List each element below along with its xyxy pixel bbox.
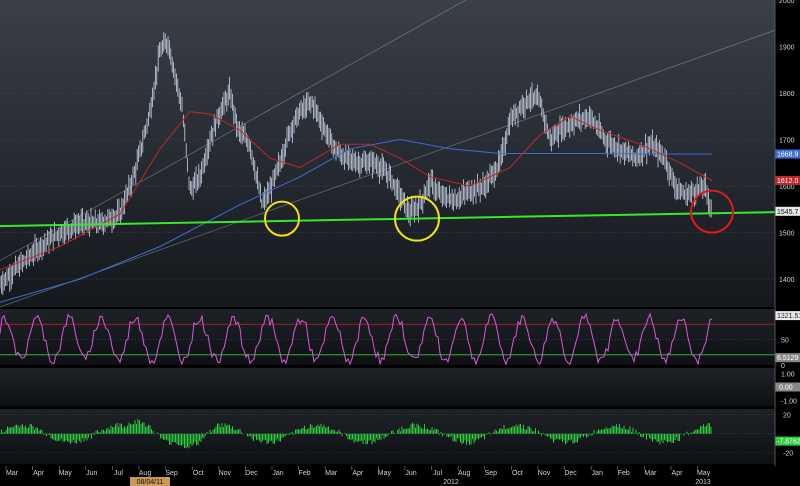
oscillator-axis: 100 50 06.5129 bbox=[775, 312, 800, 370]
month-label: Oct bbox=[512, 470, 523, 477]
histogram-panel: 20 -20 -7.8762 bbox=[0, 409, 800, 464]
oscillator-tick-label: 50 bbox=[781, 338, 789, 345]
month-label: Feb bbox=[299, 470, 311, 477]
month-label: Dec bbox=[564, 470, 577, 477]
value-tag-label: 1612.0 bbox=[777, 178, 799, 185]
oscillator-value-tag-label: 6.5129 bbox=[777, 355, 799, 362]
price-tick-label: 2000 bbox=[779, 0, 795, 5]
month-label: Feb bbox=[618, 470, 630, 477]
time-axis: Mar Apr May Jun Jul Aug Sep Oct Nov Dec Jan Feb Mar A… bbox=[0, 466, 800, 486]
month-label: Apr bbox=[672, 470, 684, 477]
histogram-tick-label: 20 bbox=[783, 413, 791, 420]
value-tag-label: 1668.9 bbox=[777, 152, 799, 159]
month-label: Aug bbox=[458, 470, 471, 477]
year-label: 2013 bbox=[695, 479, 711, 486]
month-label: Apr bbox=[33, 470, 45, 477]
year-label: 2012 bbox=[443, 479, 459, 486]
month-label: Jul bbox=[433, 470, 442, 477]
price-panel-bg bbox=[0, 0, 775, 307]
month-label: Apr bbox=[352, 470, 364, 477]
month-label: Jan bbox=[272, 470, 283, 477]
month-label: Nov bbox=[219, 470, 232, 477]
price-tick-label: 1700 bbox=[779, 138, 795, 145]
month-label: May bbox=[378, 470, 392, 477]
price-tick-label: 1900 bbox=[779, 45, 795, 52]
month-label: Jul bbox=[114, 470, 123, 477]
month-label: Mar bbox=[325, 470, 338, 477]
indicator2-tick-label: 1.00 bbox=[781, 371, 795, 378]
month-label: Dec bbox=[245, 470, 258, 477]
price-tick-label: 1500 bbox=[779, 231, 795, 238]
price-tick-label: 1400 bbox=[779, 277, 795, 284]
price-tick-label: 1600 bbox=[779, 184, 795, 191]
value-tag-label: 1545.7 bbox=[777, 209, 799, 216]
indicator2-tick-label: -1.00 bbox=[781, 399, 797, 406]
indicator2-axis: 1.00 -1.00 0.00 bbox=[775, 371, 800, 406]
date-marker-label: 08/04/11 bbox=[137, 479, 164, 486]
month-label: Nov bbox=[538, 470, 551, 477]
month-label: Mar bbox=[6, 470, 19, 477]
price-value-tag: 1668.9 bbox=[775, 149, 800, 159]
month-label: May bbox=[59, 470, 73, 477]
month-label: May bbox=[697, 470, 711, 477]
oscillator-tick-label: 100 bbox=[781, 312, 793, 319]
histogram-tick-label: -20 bbox=[783, 451, 793, 458]
month-label: Oct bbox=[193, 470, 204, 477]
price-value-tag: 1612.0 bbox=[775, 175, 800, 185]
month-label: Mar bbox=[644, 470, 657, 477]
month-label: Aug bbox=[139, 470, 152, 477]
month-label: Jan bbox=[592, 470, 603, 477]
month-label: Sep bbox=[165, 470, 178, 477]
oscillator-tick-label: 0 bbox=[781, 363, 785, 370]
oscillator-panel: 100 50 06.5129 bbox=[0, 309, 800, 370]
histogram-axis: 20 -20 -7.8762 bbox=[775, 413, 800, 458]
month-label: Sep bbox=[485, 470, 498, 477]
month-label: Jun bbox=[405, 470, 416, 477]
month-label: Jun bbox=[86, 470, 97, 477]
indicator2-value-tag-label: 0.00 bbox=[779, 385, 793, 392]
price-tick-label: 1800 bbox=[779, 91, 795, 98]
indicator2-panel: 1.00 -1.00 0.00 bbox=[0, 368, 800, 406]
chart-canvas: 2000 1900 1800 1700 1600 1500 1400 1668.9 1612.0… bbox=[0, 0, 800, 486]
indicator2-panel-bg bbox=[0, 368, 775, 406]
price-value-tag: 1545.7 bbox=[775, 206, 800, 216]
histogram-value-tag-label: -7.8762 bbox=[777, 439, 800, 446]
price-panel: 2000 1900 1800 1700 1600 1500 1400 1668.9 1612.0… bbox=[0, 0, 800, 321]
price-axis: 2000 1900 1800 1700 1600 1500 1400 1668.9 1612.0… bbox=[775, 0, 800, 321]
